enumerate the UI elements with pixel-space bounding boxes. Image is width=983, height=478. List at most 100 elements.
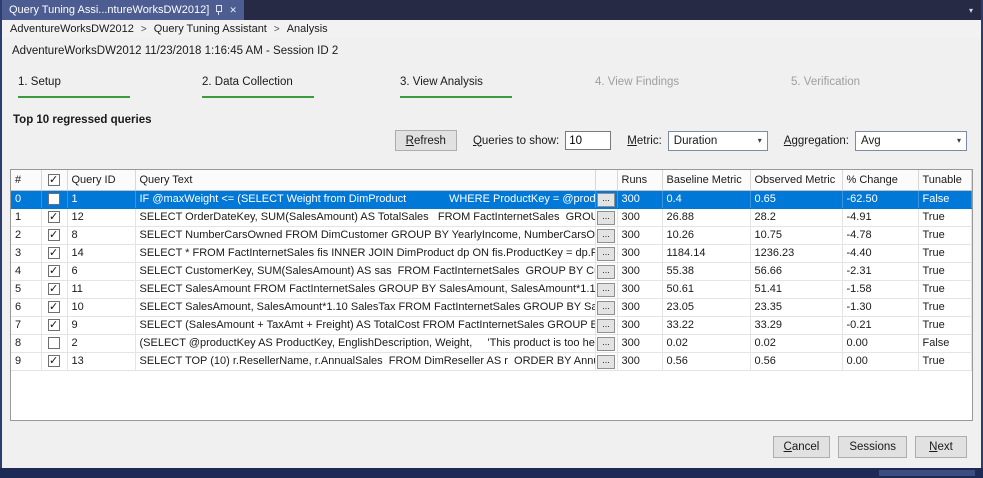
col-header-select[interactable] <box>41 170 68 191</box>
pct-change-cell: -1.30 <box>842 298 919 317</box>
row-select-cell[interactable] <box>41 208 68 227</box>
step-progress-underline <box>202 96 314 98</box>
query-text-cell: SELECT * FROM FactInternetSales fis INNE… <box>135 244 596 263</box>
table-row[interactable]: 3 14 SELECT * FROM FactInternetSales fis… <box>11 244 972 263</box>
query-details-button[interactable]: ... <box>597 300 615 315</box>
query-details-button[interactable]: ... <box>597 336 615 351</box>
table-row[interactable]: 0 1 IF @maxWeight <= (SELECT Weight from… <box>11 190 972 209</box>
row-index-cell: 5 <box>11 280 42 299</box>
query-details-button[interactable]: ... <box>597 318 615 333</box>
row-select-cell[interactable] <box>41 352 68 371</box>
metric-group: Metric: Duration ▾ <box>627 130 768 151</box>
pct-change-cell: -0.21 <box>842 316 919 335</box>
col-header-runs[interactable]: Runs <box>617 170 663 191</box>
query-text-cell: SELECT SalesAmount FROM FactInternetSale… <box>135 280 596 299</box>
row-checkbox[interactable] <box>48 283 60 296</box>
query-details-button[interactable]: ... <box>597 282 615 297</box>
query-id-cell: 6 <box>67 262 136 281</box>
wizard-step-4[interactable]: 4. View Findings <box>595 76 679 88</box>
table-row[interactable]: 2 8 SELECT NumberCarsOwned FROM DimCusto… <box>11 226 972 245</box>
breadcrumb-item[interactable]: Query Tuning Assistant <box>154 23 267 35</box>
row-checkbox[interactable] <box>48 211 60 224</box>
row-select-cell[interactable] <box>41 280 68 299</box>
tunable-cell: True <box>918 262 972 281</box>
table-row[interactable]: 7 9 SELECT (SalesAmount + TaxAmt + Freig… <box>11 316 972 335</box>
row-index-cell: 9 <box>11 352 42 371</box>
row-select-cell[interactable] <box>41 262 68 281</box>
row-select-cell[interactable] <box>41 334 68 353</box>
row-index-cell: 6 <box>11 298 42 317</box>
table-row[interactable]: 6 10 SELECT SalesAmount, SalesAmount*1.1… <box>11 298 972 317</box>
section-title: Top 10 regressed queries <box>13 114 152 126</box>
row-select-cell[interactable] <box>41 244 68 263</box>
wizard-step-5[interactable]: 5. Verification <box>791 76 860 88</box>
row-checkbox[interactable] <box>48 355 60 368</box>
pin-icon[interactable] <box>216 5 223 15</box>
col-header-observed-metric[interactable]: Observed Metric <box>750 170 843 191</box>
tunable-cell: False <box>918 190 972 209</box>
cancel-button[interactable]: Cancel <box>772 436 831 458</box>
wizard-step-2[interactable]: 2. Data Collection <box>202 76 314 98</box>
query-id-cell: 12 <box>67 208 136 227</box>
row-index-cell: 4 <box>11 262 42 281</box>
query-details-button[interactable]: ... <box>597 246 615 261</box>
query-details-button[interactable]: ... <box>597 192 615 207</box>
select-all-checkbox[interactable] <box>48 173 60 186</box>
queries-to-show-input[interactable] <box>565 131 612 150</box>
queries-table: # Query ID Query Text Runs Baseline Metr… <box>11 170 972 371</box>
refresh-button[interactable]: Refresh <box>394 130 457 151</box>
table-row[interactable]: 5 11 SELECT SalesAmount FROM FactInterne… <box>11 280 972 299</box>
document-tab[interactable]: Query Tuning Assi...ntureWorksDW2012] ✕ <box>2 0 244 20</box>
col-header-pct-change[interactable]: % Change <box>842 170 919 191</box>
close-icon[interactable]: ✕ <box>229 5 237 15</box>
table-row[interactable]: 1 12 SELECT OrderDateKey, SUM(SalesAmoun… <box>11 208 972 227</box>
table-row[interactable]: 4 6 SELECT CustomerKey, SUM(SalesAmount)… <box>11 262 972 281</box>
wizard-step-1[interactable]: 1. Setup <box>18 76 130 98</box>
col-header-baseline-metric[interactable]: Baseline Metric <box>662 170 751 191</box>
query-details-button[interactable]: ... <box>597 354 615 369</box>
breadcrumb-item[interactable]: Analysis <box>287 23 328 35</box>
row-checkbox[interactable] <box>48 337 60 350</box>
controls-row: Refresh Queries to show: Metric: Duratio… <box>394 130 967 151</box>
row-checkbox[interactable] <box>48 319 60 332</box>
observed-cell: 1236.23 <box>750 244 843 263</box>
row-select-cell[interactable] <box>41 226 68 245</box>
tunable-cell: True <box>918 280 972 299</box>
query-details-button[interactable]: ... <box>597 210 615 225</box>
breadcrumb-item[interactable]: AdventureWorksDW2012 <box>10 23 134 35</box>
row-select-cell[interactable] <box>41 190 68 209</box>
sessions-button[interactable]: Sessions <box>838 436 907 458</box>
row-checkbox[interactable] <box>48 229 60 242</box>
row-index-cell: 2 <box>11 226 42 245</box>
table-row[interactable]: 9 13 SELECT TOP (10) r.ResellerName, r.A… <box>11 352 972 371</box>
refresh-button-label: Refresh <box>405 134 446 147</box>
col-header-tunable[interactable]: Tunable <box>918 170 972 191</box>
row-checkbox[interactable] <box>48 247 60 260</box>
query-text-cell: SELECT NumberCarsOwned FROM DimCustomer … <box>135 226 596 245</box>
query-id-cell: 1 <box>67 190 136 209</box>
query-details-button[interactable]: ... <box>597 264 615 279</box>
col-header-query-id[interactable]: Query ID <box>67 170 136 191</box>
row-select-cell[interactable] <box>41 316 68 335</box>
aggregation-label: Aggregation: <box>783 134 849 147</box>
tunable-cell: False <box>918 334 972 353</box>
aggregation-select[interactable]: Avg ▾ <box>855 130 967 151</box>
wizard-step-3[interactable]: 3. View Analysis <box>400 76 512 98</box>
metric-select[interactable]: Duration ▾ <box>667 130 768 151</box>
row-checkbox[interactable] <box>48 265 60 278</box>
query-details-button[interactable]: ... <box>597 228 615 243</box>
row-index-cell: 3 <box>11 244 42 263</box>
col-header-query-text[interactable]: Query Text <box>135 170 596 191</box>
row-select-cell[interactable] <box>41 298 68 317</box>
chevron-down-icon[interactable]: ▾ <box>969 6 973 15</box>
pct-change-cell: -1.58 <box>842 280 919 299</box>
ellipsis-cell: ... <box>595 190 618 209</box>
row-checkbox[interactable] <box>48 193 60 206</box>
next-button[interactable]: Next <box>915 436 967 458</box>
sessions-button-label: Sessions <box>849 441 896 453</box>
row-checkbox[interactable] <box>48 301 60 314</box>
chevron-down-icon: ▾ <box>956 136 961 145</box>
col-header-index[interactable]: # <box>11 170 42 191</box>
observed-cell: 51.41 <box>750 280 843 299</box>
table-row[interactable]: 8 2 (SELECT @productKey AS ProductKey, E… <box>11 334 972 353</box>
